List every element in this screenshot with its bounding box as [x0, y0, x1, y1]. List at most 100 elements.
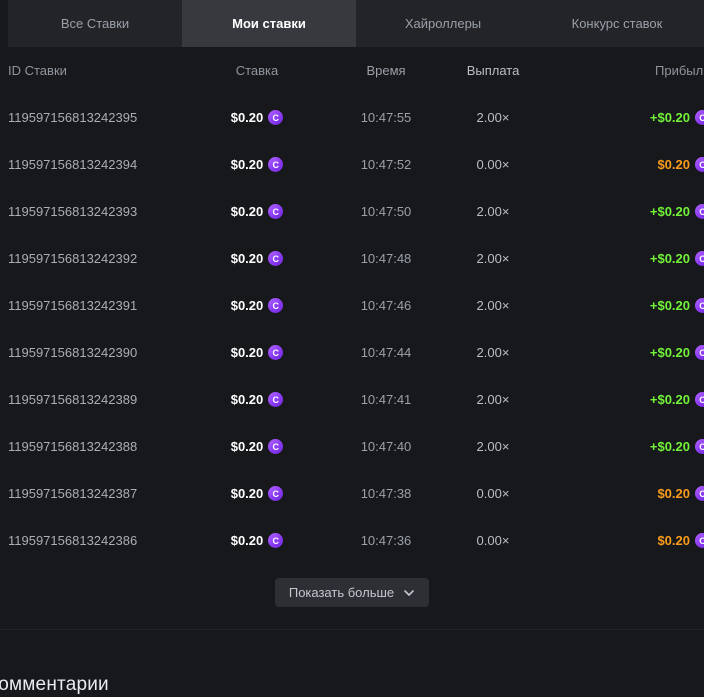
bet-profit: +$0.20 C — [650, 204, 704, 219]
bet-profit: +$0.20 C — [650, 298, 704, 313]
bet-payout: 2.00× — [477, 110, 510, 125]
bet-payout: 0.00× — [477, 533, 510, 548]
table-row: 119597156813242389 $0.20 C 10:47:41 2.00… — [0, 376, 704, 423]
header-profit: Прибыль — [655, 63, 704, 78]
table-row: 119597156813242390 $0.20 C 10:47:44 2.00… — [0, 329, 704, 376]
bet-profit-value: +$0.20 — [650, 204, 690, 219]
bet-amount-value: $0.20 — [231, 157, 264, 172]
comments-section: Комментарии — [0, 629, 704, 696]
coin-icon: C — [268, 392, 283, 407]
bet-profit: +$0.20 C — [650, 392, 704, 407]
bet-profit-value: +$0.20 — [650, 392, 690, 407]
bet-profit-value: +$0.20 — [650, 110, 690, 125]
bet-time: 10:47:40 — [361, 439, 412, 454]
table-header-row: ID Ставки Ставка Время Выплата Прибыль — [0, 47, 704, 94]
bet-profit: +$0.20 C — [650, 251, 704, 266]
coin-icon: C — [695, 110, 704, 125]
bet-payout: 2.00× — [477, 204, 510, 219]
bet-amount-value: $0.20 — [231, 251, 264, 266]
bet-id: 119597156813242394 — [0, 157, 190, 172]
bet-profit: $0.20 C — [657, 486, 704, 501]
bet-payout: 2.00× — [477, 439, 510, 454]
bet-payout: 0.00× — [477, 486, 510, 501]
bet-time: 10:47:52 — [361, 157, 412, 172]
bet-time: 10:47:50 — [361, 204, 412, 219]
coin-icon: C — [268, 345, 283, 360]
coin-icon: C — [695, 486, 704, 501]
coin-icon: C — [268, 157, 283, 172]
header-bet: Ставка — [236, 63, 279, 78]
bet-amount-value: $0.20 — [231, 392, 264, 407]
bet-amount: $0.20 C — [231, 439, 284, 454]
comments-heading: Комментарии — [0, 674, 704, 696]
bet-time: 10:47:48 — [361, 251, 412, 266]
bet-amount: $0.20 C — [231, 392, 284, 407]
header-time: Время — [366, 63, 405, 78]
table-row: 119597156813242386 $0.20 C 10:47:36 0.00… — [0, 517, 704, 564]
bet-amount-value: $0.20 — [231, 345, 264, 360]
bet-amount: $0.20 C — [231, 251, 284, 266]
bet-id: 119597156813242393 — [0, 204, 190, 219]
bet-profit: $0.20 C — [657, 157, 704, 172]
bet-time: 10:47:44 — [361, 345, 412, 360]
tab-bet-contest[interactable]: Конкурс ставок — [530, 0, 704, 47]
bet-id: 119597156813242390 — [0, 345, 190, 360]
show-more-button[interactable]: Показать больше — [275, 578, 429, 607]
bet-id: 119597156813242386 — [0, 533, 190, 548]
bet-amount: $0.20 C — [231, 345, 284, 360]
bet-amount: $0.20 C — [231, 204, 284, 219]
bet-profit: +$0.20 C — [650, 110, 704, 125]
coin-icon: C — [268, 204, 283, 219]
bet-profit-value: $0.20 — [657, 533, 690, 548]
coin-icon: C — [695, 204, 704, 219]
coin-icon: C — [268, 298, 283, 313]
bet-time: 10:47:55 — [361, 110, 412, 125]
bet-profit: +$0.20 C — [650, 439, 704, 454]
table-row: 119597156813242395 $0.20 C 10:47:55 2.00… — [0, 94, 704, 141]
bet-payout: 2.00× — [477, 298, 510, 313]
bet-payout: 0.00× — [477, 157, 510, 172]
bet-profit: $0.20 C — [657, 533, 704, 548]
bet-amount-value: $0.20 — [231, 533, 264, 548]
bet-id: 119597156813242389 — [0, 392, 190, 407]
coin-icon: C — [695, 439, 704, 454]
chevron-down-icon — [403, 587, 415, 599]
tab-my-bets[interactable]: Мои ставки — [182, 0, 356, 47]
table-row: 119597156813242387 $0.20 C 10:47:38 0.00… — [0, 470, 704, 517]
tab-high-rollers[interactable]: Хайроллеры — [356, 0, 530, 47]
bet-id: 119597156813242387 — [0, 486, 190, 501]
bet-id: 119597156813242395 — [0, 110, 190, 125]
table-body: 119597156813242395 $0.20 C 10:47:55 2.00… — [0, 94, 704, 564]
bet-payout: 2.00× — [477, 251, 510, 266]
bet-amount-value: $0.20 — [231, 110, 264, 125]
bet-id: 119597156813242388 — [0, 439, 190, 454]
header-bet-id: ID Ставки — [0, 63, 190, 78]
bet-amount-value: $0.20 — [231, 486, 264, 501]
bet-profit-value: +$0.20 — [650, 439, 690, 454]
bet-id: 119597156813242392 — [0, 251, 190, 266]
bet-amount: $0.20 C — [231, 533, 284, 548]
coin-icon: C — [268, 439, 283, 454]
bet-profit-value: $0.20 — [657, 157, 690, 172]
bet-time: 10:47:36 — [361, 533, 412, 548]
header-payout: Выплата — [467, 63, 520, 78]
coin-icon: C — [268, 110, 283, 125]
show-more-label: Показать больше — [289, 585, 394, 600]
coin-icon: C — [695, 533, 704, 548]
coin-icon: C — [695, 298, 704, 313]
coin-icon: C — [695, 251, 704, 266]
tab-all-bets[interactable]: Все Ставки — [8, 0, 182, 47]
bet-amount: $0.20 C — [231, 486, 284, 501]
bet-payout: 2.00× — [477, 392, 510, 407]
coin-icon: C — [268, 251, 283, 266]
bet-amount: $0.20 C — [231, 110, 284, 125]
bet-payout: 2.00× — [477, 345, 510, 360]
bet-profit: +$0.20 C — [650, 345, 704, 360]
coin-icon: C — [268, 533, 283, 548]
table-row: 119597156813242391 $0.20 C 10:47:46 2.00… — [0, 282, 704, 329]
coin-icon: C — [695, 345, 704, 360]
bet-amount-value: $0.20 — [231, 204, 264, 219]
table-row: 119597156813242394 $0.20 C 10:47:52 0.00… — [0, 141, 704, 188]
bets-tabbar: Все Ставки Мои ставки Хайроллеры Конкурс… — [8, 0, 704, 47]
table-row: 119597156813242393 $0.20 C 10:47:50 2.00… — [0, 188, 704, 235]
